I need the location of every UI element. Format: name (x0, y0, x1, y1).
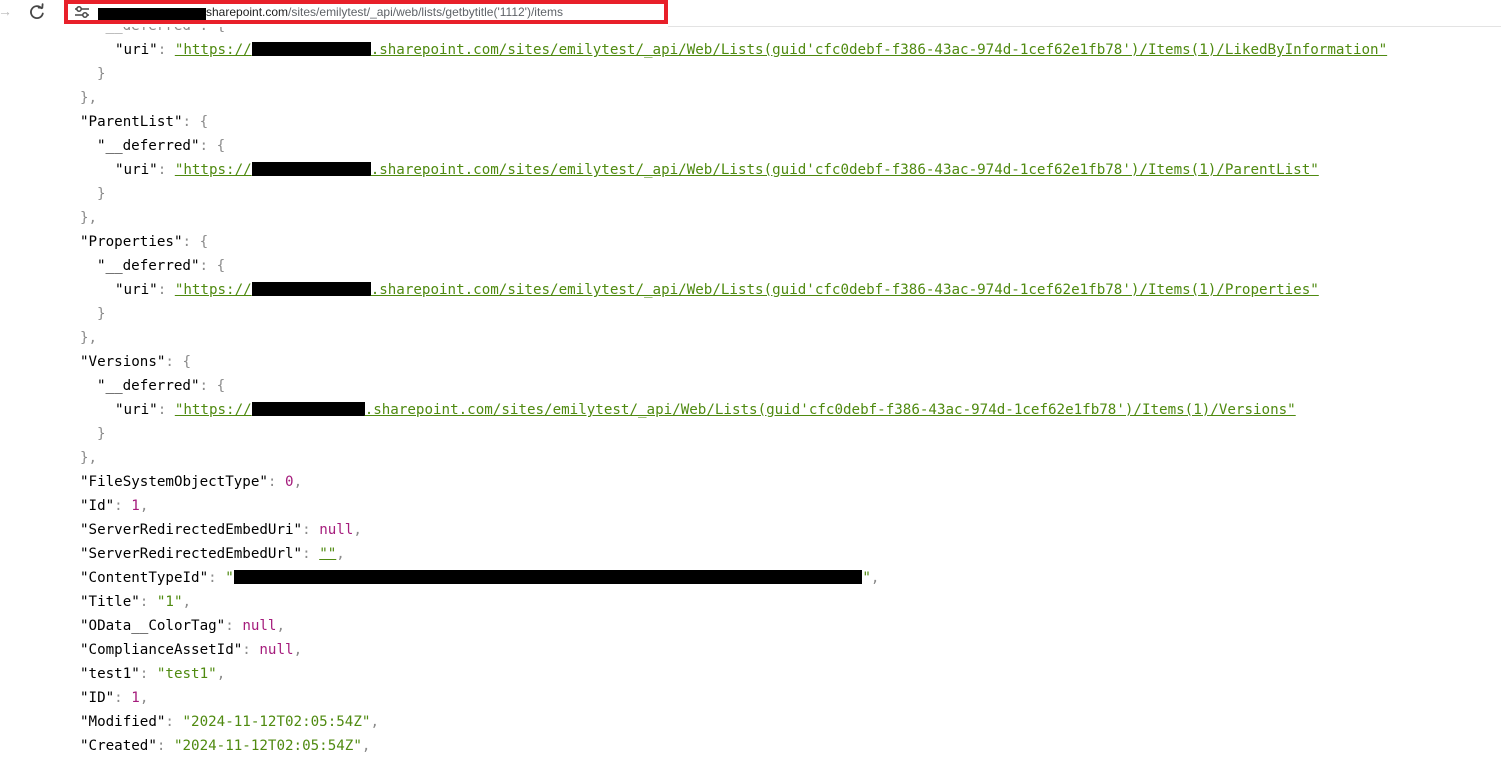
arrow-left-icon: → (0, 3, 12, 19)
redaction-bar (251, 162, 371, 176)
json-line: "__deferred": { (97, 138, 226, 154)
json-key: "__deferred" (97, 138, 200, 154)
likedby-uri-link[interactable]: "https://.sharepoint.com/sites/emilytest… (175, 42, 1387, 58)
json-line: } (97, 186, 106, 202)
json-field-filesystemobjecttype: "FileSystemObjectType": 0, (80, 474, 303, 490)
json-field-serverredirectedembedurl: "ServerRedirectedEmbedUrl": "", (80, 546, 345, 562)
redaction-bar (251, 42, 371, 56)
json-line: }, (80, 450, 98, 466)
json-line-versions: "Versions": { (80, 354, 192, 370)
reload-icon (30, 3, 44, 20)
json-viewer: "__deferred": { "uri": "https://.sharepo… (0, 0, 1501, 760)
json-line-likedby-uri: "uri": "https://.sharepoint.com/sites/em… (115, 42, 1388, 58)
json-line: }, (80, 210, 98, 226)
versions-uri-link[interactable]: "https://.sharepoint.com/sites/emilytest… (175, 402, 1296, 418)
reload-button[interactable] (26, 1, 48, 23)
json-key: "uri" (115, 402, 158, 418)
json-line: }, (80, 330, 98, 346)
json-key: "Versions" (80, 354, 166, 370)
tune-icon[interactable] (74, 5, 90, 19)
json-key: "uri" (115, 42, 158, 58)
json-field-modified: "Modified": "2024-11-12T02:05:54Z", (80, 714, 379, 730)
json-line-properties: "Properties": { (80, 234, 209, 250)
properties-uri-link[interactable]: "https://.sharepoint.com/sites/emilytest… (175, 282, 1319, 298)
json-field-id: "Id": 1, (80, 498, 149, 514)
json-field-title: "Title": "1", (80, 594, 192, 610)
json-line: "__deferred": { (97, 258, 226, 274)
redaction-bar (234, 570, 863, 584)
json-key: "ParentList" (80, 114, 183, 130)
json-field-test1: "test1": "test1", (80, 666, 226, 682)
json-field-created: "Created": "2024-11-12T02:05:54Z", (80, 738, 371, 754)
json-line-parentlist: "ParentList": { (80, 114, 209, 130)
redaction-bar (251, 282, 371, 296)
json-line: }, (80, 90, 98, 106)
json-line: } (97, 426, 106, 442)
json-line: "__deferred": { (97, 378, 226, 394)
json-field-odata-colortag: "OData__ColorTag": null, (80, 618, 286, 634)
json-key: "Properties" (80, 234, 183, 250)
json-key: "uri" (115, 282, 158, 298)
json-line-properties-uri: "uri": "https://.sharepoint.com/sites/em… (115, 282, 1319, 298)
json-field-id-upper: "ID": 1, (80, 690, 149, 706)
json-field-complianceassetid: "ComplianceAssetId": null, (80, 642, 303, 658)
parentlist-uri-link[interactable]: "https://.sharepoint.com/sites/emilytest… (175, 162, 1319, 178)
json-line-parentlist-uri: "uri": "https://.sharepoint.com/sites/em… (115, 162, 1319, 178)
json-key: "__deferred" (97, 378, 200, 394)
json-field-contenttypeid: "ContentTypeId": "0", (80, 570, 880, 586)
address-bar[interactable]: sharepoint.com/sites/emilytest/_api/web/… (64, 0, 668, 24)
json-key: "uri" (115, 162, 158, 178)
json-field-serverredirectedembeduri: "ServerRedirectedEmbedUri": null, (80, 522, 362, 538)
json-line: } (97, 66, 106, 82)
redaction-bar (98, 8, 206, 20)
redaction-bar (251, 402, 365, 416)
back-button[interactable]: → (0, 2, 14, 20)
address-url[interactable]: sharepoint.com/sites/emilytest/_api/web/… (206, 4, 563, 20)
toolbar-divider (668, 26, 1501, 27)
json-key: "__deferred" (97, 258, 200, 274)
json-line: } (97, 306, 106, 322)
browser-toolbar: → sharepoint.com/sites/emilytest/_api/we… (0, 0, 1501, 27)
empty-url-link[interactable]: "" (319, 546, 336, 562)
json-line-versions-uri: "uri": "https://.sharepoint.com/sites/em… (115, 402, 1296, 418)
